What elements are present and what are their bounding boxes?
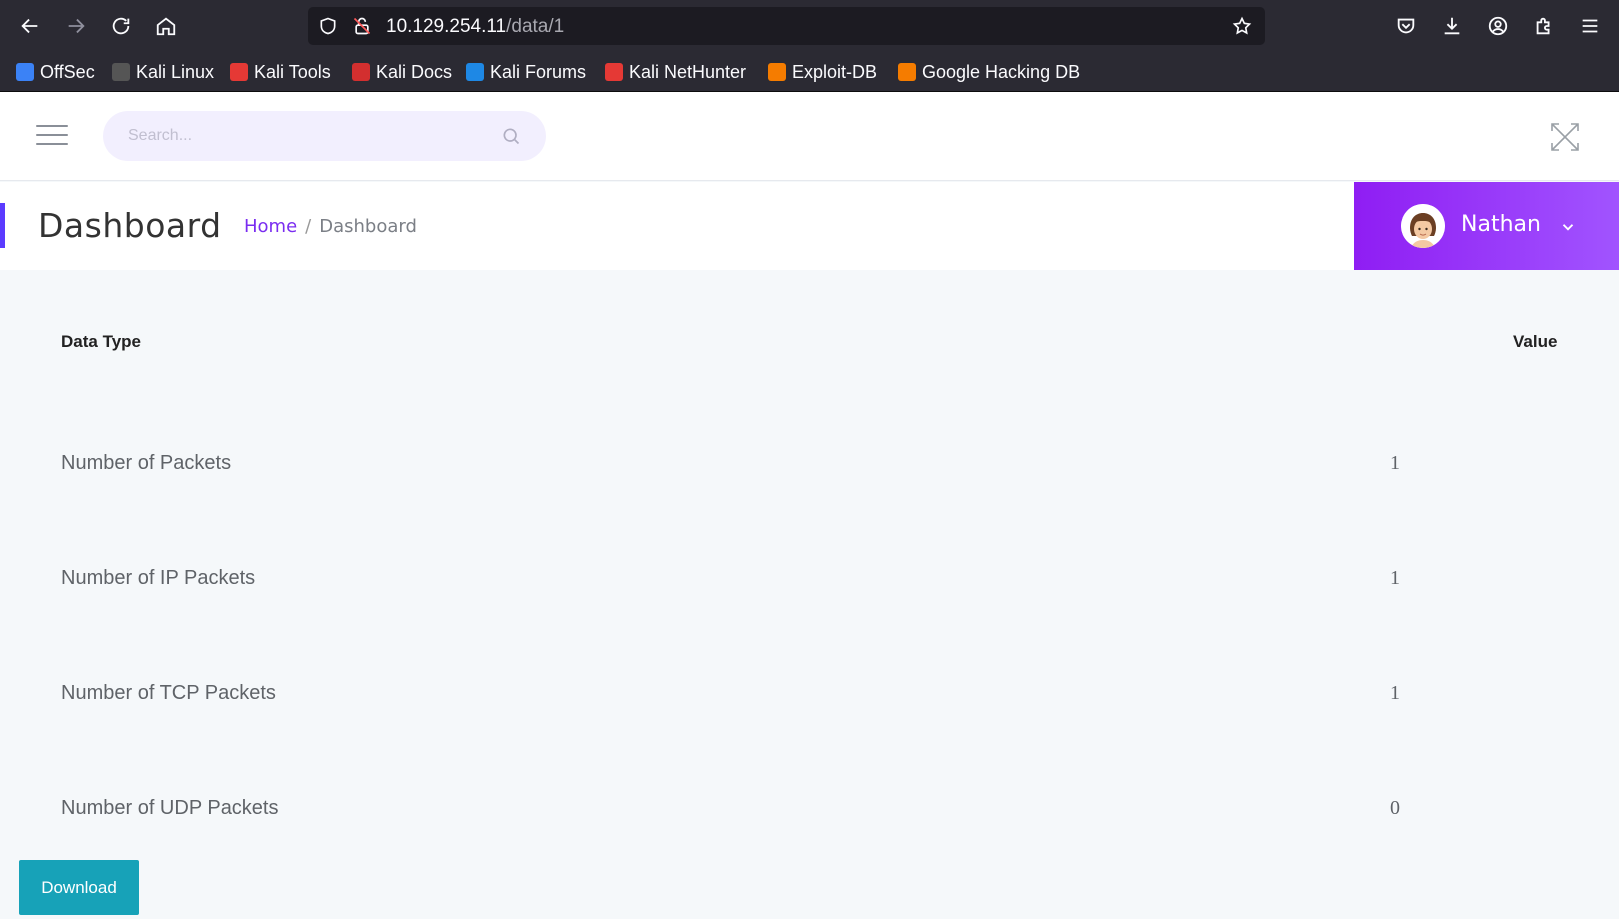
bookmark-kali-forums[interactable]: Kali Forums	[466, 60, 586, 84]
breadcrumb-home-link[interactable]: Home	[244, 216, 297, 237]
user-avatar-icon	[1401, 204, 1445, 248]
bookmark-star-icon[interactable]	[1232, 16, 1252, 36]
browser-toolbar: 10.129.254.11/data/1	[0, 0, 1619, 52]
ghdb-icon	[898, 63, 916, 81]
search-icon[interactable]	[501, 126, 521, 146]
breadcrumb: Home / Dashboard	[244, 216, 417, 237]
bookmark-label: Kali Docs	[376, 61, 453, 82]
page: Dashboard Home / Dashboard Nathan	[0, 92, 1619, 919]
row-label: Number of IP Packets	[61, 567, 256, 589]
nethunter-icon	[605, 63, 623, 81]
pocket-icon	[1397, 18, 1415, 34]
page-header: Dashboard Home / Dashboard Nathan	[0, 182, 1619, 270]
row-value: 1	[1390, 682, 1400, 704]
extensions-button[interactable]	[1530, 12, 1558, 40]
downloads-button[interactable]	[1438, 12, 1466, 40]
bookmarks-bar: OffSec Kali Linux Kali Tools Kali Docs K…	[0, 52, 1619, 92]
breadcrumb-separator: /	[305, 216, 312, 237]
avatar	[1401, 204, 1445, 248]
bookmark-kali-docs[interactable]: Kali Docs	[352, 60, 452, 84]
reload-button[interactable]	[105, 10, 137, 42]
table-row: Number of UDP Packets 0	[0, 797, 1619, 837]
data-table: Data Type Value Number of Packets 1 Numb…	[0, 270, 1619, 919]
bookmark-google-hacking-db[interactable]: Google Hacking DB	[898, 60, 1080, 84]
user-name: Nathan	[1461, 212, 1541, 237]
kali-forums-icon	[466, 63, 484, 81]
user-menu[interactable]: Nathan	[1354, 182, 1619, 270]
row-label: Number of TCP Packets	[61, 682, 276, 704]
reload-icon	[112, 17, 130, 35]
forward-arrow-icon	[68, 18, 85, 34]
shield-icon[interactable]	[318, 16, 338, 36]
bookmark-kali-nethunter[interactable]: Kali NetHunter	[605, 60, 746, 84]
bookmark-label: Kali Forums	[490, 61, 587, 82]
hamburger-menu-icon	[1582, 19, 1598, 33]
bookmark-exploit-db[interactable]: Exploit-DB	[768, 60, 877, 84]
menu-button[interactable]	[1576, 12, 1604, 40]
home-button[interactable]	[150, 10, 182, 42]
bookmark-kali-linux[interactable]: Kali Linux	[112, 60, 214, 84]
row-value: 1	[1390, 567, 1400, 589]
chevron-down-icon	[1562, 224, 1574, 231]
column-header-value: Value	[1513, 332, 1558, 351]
forward-button[interactable]	[60, 10, 92, 42]
offsec-icon	[16, 63, 34, 81]
search-input[interactable]	[128, 124, 468, 148]
account-button[interactable]	[1484, 12, 1512, 40]
url-text[interactable]: 10.129.254.11/data/1	[386, 16, 564, 38]
url-path: /data/1	[506, 16, 565, 37]
table-row: Number of TCP Packets 1	[0, 682, 1619, 722]
bookmark-kali-tools[interactable]: Kali Tools	[230, 60, 331, 84]
download-button[interactable]: Download	[19, 860, 139, 915]
table-row: Number of IP Packets 1	[0, 567, 1619, 607]
search-box	[103, 111, 546, 161]
puzzle-icon	[1536, 17, 1550, 35]
insecure-lock-icon[interactable]	[352, 16, 372, 36]
bookmark-label: Exploit-DB	[792, 61, 878, 82]
page-title: Dashboard	[38, 206, 222, 245]
title-accent-bar	[0, 203, 5, 248]
kali-docs-icon	[352, 63, 370, 81]
home-icon	[156, 17, 176, 36]
fullscreen-icon[interactable]	[1549, 121, 1581, 153]
kali-tools-icon	[230, 63, 248, 81]
bookmark-label: Kali Linux	[136, 61, 215, 82]
column-header-data-type: Data Type	[61, 332, 141, 351]
url-host: 10.129.254.11	[386, 16, 507, 37]
kali-dragon-icon	[112, 63, 130, 81]
bookmark-label: OffSec	[40, 61, 95, 82]
bookmark-label: Google Hacking DB	[922, 61, 1081, 82]
back-button[interactable]	[14, 10, 46, 42]
exploit-db-icon	[768, 63, 786, 81]
bookmark-label: Kali Tools	[254, 61, 331, 82]
row-label: Number of Packets	[61, 452, 232, 474]
account-icon	[1488, 16, 1508, 36]
sidebar-toggle-icon[interactable]	[36, 125, 68, 147]
back-arrow-icon	[21, 18, 38, 34]
pocket-button[interactable]	[1392, 12, 1420, 40]
download-arrow-icon	[1444, 17, 1460, 35]
row-label: Number of UDP Packets	[61, 797, 279, 819]
bookmark-label: Kali NetHunter	[629, 61, 747, 82]
breadcrumb-current: Dashboard	[319, 216, 417, 237]
table-row: Number of Packets 1	[0, 452, 1619, 492]
row-value: 1	[1390, 452, 1400, 474]
row-value: 0	[1390, 797, 1400, 819]
app-topbar	[0, 92, 1619, 181]
url-bar[interactable]: 10.129.254.11/data/1	[308, 7, 1265, 45]
bookmark-offsec[interactable]: OffSec	[16, 60, 95, 84]
